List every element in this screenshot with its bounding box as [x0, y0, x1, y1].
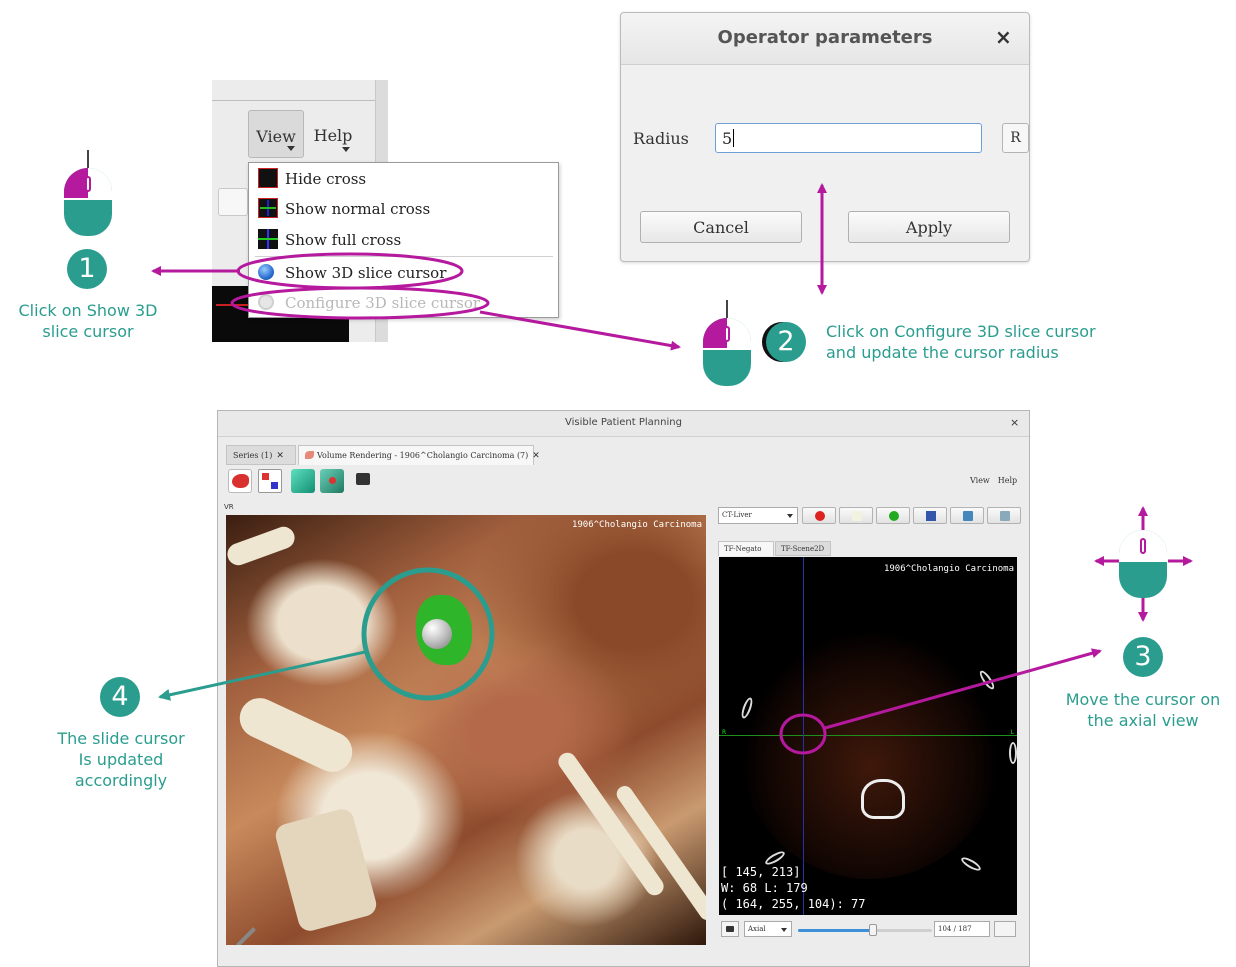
mouse-right-button — [727, 318, 751, 348]
step-3-badge: 3 — [1123, 637, 1163, 677]
highlight-ellipse-configure — [230, 286, 490, 320]
mouse-body — [1119, 530, 1167, 598]
caption-line: slice cursor — [42, 322, 134, 341]
mouse-divider — [64, 198, 112, 200]
caption-line: and update the cursor radius — [826, 343, 1059, 362]
step-4-badge: 4 — [100, 677, 140, 717]
mouse-cable — [726, 300, 728, 320]
step-2-badge: 2 — [766, 322, 806, 362]
mouse-icon — [64, 150, 112, 236]
mouse-icon — [703, 300, 751, 386]
mouse-wheel — [85, 176, 91, 192]
mouse-wheel — [1140, 538, 1146, 554]
mouse-icon — [1119, 530, 1167, 598]
caption-line: Click on Show 3D — [18, 301, 158, 320]
cursor-position-circle — [779, 713, 827, 755]
step-1-caption: Click on Show 3D slice cursor — [4, 300, 172, 342]
step-4-caption: The slide cursor Is updated accordingly — [36, 728, 206, 791]
mouse-right-button — [1143, 530, 1167, 560]
caption-line: Is updated — [78, 750, 164, 769]
step-3-caption: Move the cursor on the axial view — [1052, 689, 1234, 731]
mouse-cable — [87, 150, 89, 170]
mouse-divider — [1119, 560, 1167, 562]
mouse-body — [703, 318, 751, 386]
step-1-badge: 1 — [67, 249, 107, 289]
slice-cursor-highlight-circle — [361, 567, 495, 701]
mouse-divider — [703, 348, 751, 350]
mouse-body — [64, 168, 112, 236]
highlight-ellipse-show-3d — [236, 252, 464, 290]
mouse-wheel — [724, 326, 730, 342]
caption-line: Move the cursor on — [1065, 690, 1221, 709]
step-2-caption: Click on Configure 3D slice cursor and u… — [826, 321, 1146, 363]
caption-line: the axial view — [1087, 711, 1199, 730]
mouse-right-button — [88, 168, 112, 198]
annotation-overlay — [151, 183, 1193, 755]
arrow-step4 — [158, 650, 366, 701]
arrow-step2 — [479, 310, 681, 351]
caption-line: Click on Configure 3D slice cursor — [826, 322, 1096, 341]
caption-line: accordingly — [74, 771, 168, 790]
caption-line: The slide cursor — [57, 729, 185, 748]
